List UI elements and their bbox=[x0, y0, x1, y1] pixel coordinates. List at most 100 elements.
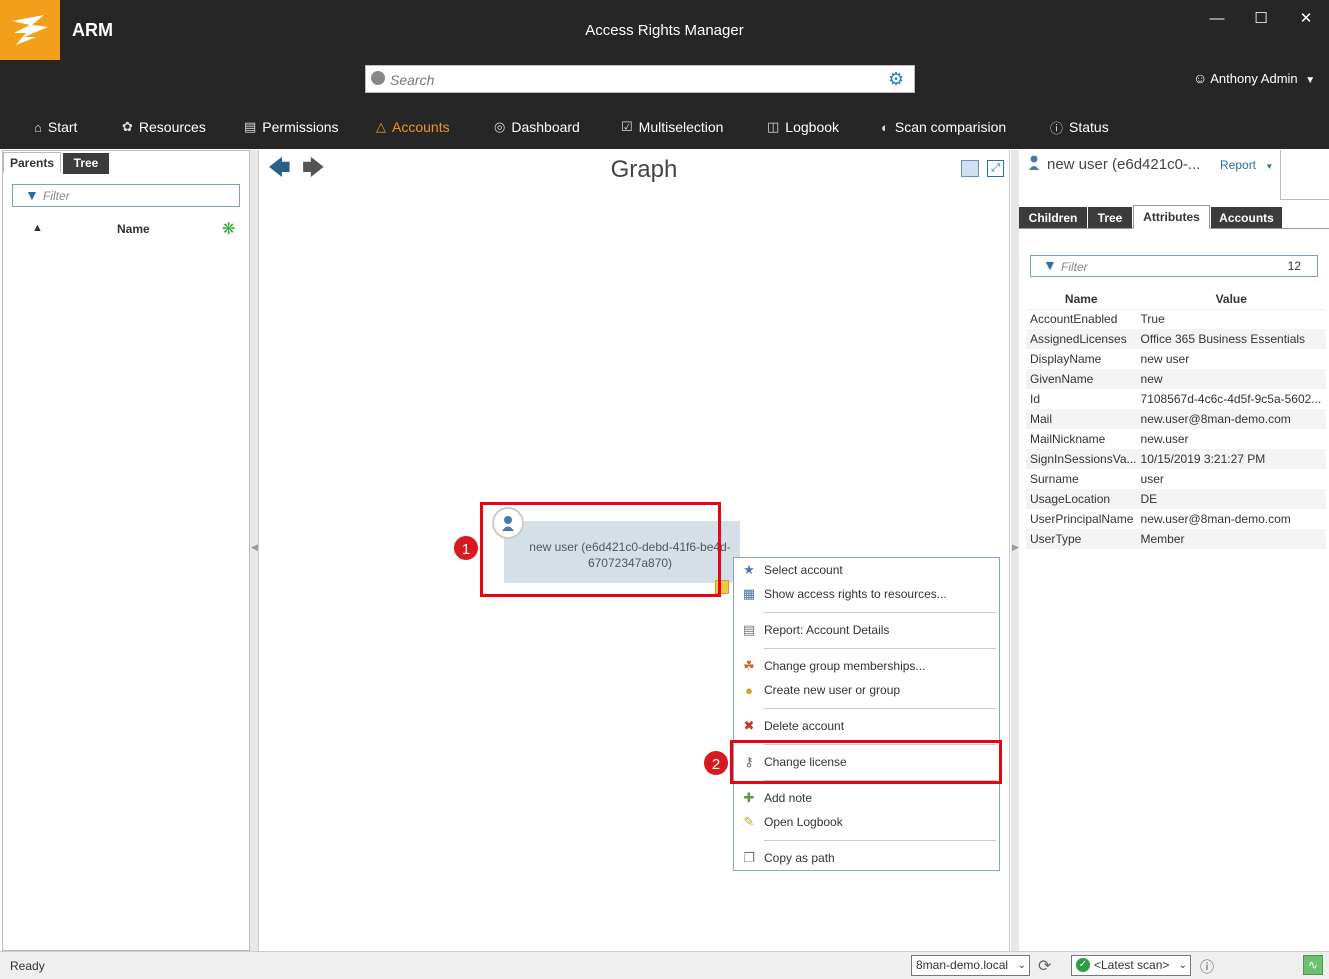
tab-tree[interactable]: Tree bbox=[1088, 207, 1132, 229]
table-row[interactable]: UserType Member bbox=[1026, 529, 1326, 549]
attr-value: user bbox=[1140, 472, 1164, 486]
scan-select[interactable]: ✓ <Latest scan> ⌄ bbox=[1071, 955, 1191, 976]
tab-parents[interactable]: Parents bbox=[3, 152, 61, 173]
filter-input[interactable]: ▼ Filter bbox=[12, 184, 240, 207]
left-splitter[interactable]: ◀ bbox=[250, 150, 258, 951]
table-row[interactable]: UserPrincipalName new.user@8man-demo.com bbox=[1026, 509, 1326, 529]
group-icon: ☘ bbox=[743, 658, 755, 673]
menu-item-copy-as-path[interactable]: ❐ Copy as path bbox=[734, 846, 999, 870]
attributes-table: Name Value AccountEnabled True AssignedLi… bbox=[1026, 289, 1326, 549]
menu-label: Add note bbox=[764, 791, 813, 805]
attr-name: Mail bbox=[1026, 409, 1137, 429]
hierarchy-icon: ★ bbox=[743, 562, 755, 577]
export-image-icon[interactable] bbox=[961, 160, 979, 177]
filter-icon: ▼ bbox=[1043, 257, 1057, 273]
logbook-icon: ◫ bbox=[767, 119, 780, 134]
refresh-icon[interactable]: ⟳ bbox=[1038, 956, 1051, 976]
table-row[interactable]: AssignedLicenses Office 365 Business Esse… bbox=[1026, 329, 1326, 349]
chevron-down-icon: ▼ bbox=[1265, 162, 1274, 171]
attr-value: Member bbox=[1136, 529, 1326, 549]
chevron-down-icon: ⌄ bbox=[1178, 960, 1187, 971]
accounts-icon: △ bbox=[376, 119, 386, 134]
resources-icon: ✿ bbox=[122, 119, 133, 134]
filter-count: 12 bbox=[1287, 259, 1301, 273]
menu-item-open-logbook[interactable]: ✎ Open Logbook bbox=[734, 810, 999, 834]
nav-label: Start bbox=[47, 119, 78, 135]
attributes-filter-input[interactable]: ▼ Filter 12 bbox=[1030, 255, 1318, 277]
nav-accounts[interactable]: △ Accounts bbox=[376, 113, 450, 141]
nav-status[interactable]: ⓘ Status bbox=[1050, 113, 1109, 141]
nav-scan-comparison[interactable]: ◐ Scan comparision bbox=[881, 113, 1006, 141]
table-row[interactable]: Mail new.user@8man-demo.com bbox=[1026, 409, 1326, 429]
info-icon[interactable]: ⓘ bbox=[1200, 957, 1214, 977]
table-row[interactable]: SignInSessionsVa... 10/15/2019 3:21:27 PM bbox=[1026, 449, 1326, 469]
menu-separator bbox=[764, 708, 996, 709]
search-placeholder: Search bbox=[390, 72, 435, 88]
menu-item-delete-account[interactable]: ✖ Delete account bbox=[734, 714, 999, 738]
nav-permissions[interactable]: ▤ Permissions bbox=[244, 113, 339, 141]
filter-icon: ▼ bbox=[25, 187, 39, 203]
nav-logbook[interactable]: ◫ Logbook bbox=[767, 113, 839, 141]
column-header-name[interactable]: Name bbox=[117, 222, 150, 236]
user-icon: ☺ bbox=[1193, 70, 1208, 86]
table-row[interactable]: UsageLocation DE bbox=[1026, 489, 1326, 509]
right-header-spacer bbox=[1280, 150, 1329, 200]
attr-value: 7108567d-4c6c-4d5f-9c5a-5602... bbox=[1140, 392, 1322, 406]
menu-item-create-user-or-group[interactable]: ● Create new user or group bbox=[734, 678, 999, 702]
menu-separator bbox=[764, 648, 996, 649]
attr-name: UserPrincipalName bbox=[1030, 512, 1134, 526]
multiselection-icon: ☑ bbox=[621, 119, 633, 134]
attr-name: AccountEnabled bbox=[1030, 312, 1118, 327]
column-header-value[interactable]: Value bbox=[1136, 289, 1326, 310]
tab-accounts[interactable]: Accounts bbox=[1211, 207, 1282, 229]
column-chooser-icon[interactable]: ❋ bbox=[222, 219, 235, 239]
highlight-box-2 bbox=[730, 740, 1002, 784]
activity-monitor-icon[interactable]: ∿ bbox=[1303, 955, 1323, 975]
table-row[interactable]: GivenName new bbox=[1026, 369, 1326, 389]
attr-name: UserType bbox=[1026, 529, 1137, 549]
nav-label: Scan comparision bbox=[894, 119, 1007, 135]
filter-placeholder: Filter bbox=[1061, 260, 1088, 274]
attr-value: new.user@8man-demo.com bbox=[1140, 512, 1291, 526]
add-note-icon: ✚ bbox=[743, 790, 755, 805]
settings-gear-icon[interactable]: ⚙ bbox=[888, 69, 904, 89]
left-panel bbox=[2, 150, 250, 951]
report-dropdown[interactable]: Report ▼ bbox=[1220, 158, 1273, 172]
minimize-icon[interactable]: — bbox=[1205, 10, 1229, 28]
menu-item-add-note[interactable]: ✚ Add note bbox=[734, 786, 999, 810]
table-row[interactable]: AccountEnabled True bbox=[1026, 309, 1326, 329]
column-header-name[interactable]: Name bbox=[1026, 289, 1137, 310]
table-row[interactable]: Surname user bbox=[1026, 469, 1326, 489]
attr-value: new user bbox=[1140, 352, 1190, 366]
tab-tree[interactable]: Tree bbox=[63, 153, 109, 174]
maximize-icon[interactable]: ☐ bbox=[1249, 10, 1273, 28]
close-icon[interactable]: ✕ bbox=[1294, 10, 1318, 28]
graph-title: Graph bbox=[610, 156, 678, 183]
user-menu[interactable]: ☺ Anthony Admin ▼ bbox=[1193, 70, 1315, 86]
sort-ascending-icon[interactable]: ▲ bbox=[32, 222, 43, 234]
table-row[interactable]: MailNickname new.user bbox=[1026, 429, 1326, 449]
menu-item-report-account-details[interactable]: ▤ Report: Account Details bbox=[734, 618, 999, 642]
menu-separator bbox=[764, 612, 996, 613]
tab-children[interactable]: Children bbox=[1019, 207, 1087, 229]
right-splitter[interactable]: ▶ bbox=[1011, 150, 1019, 951]
account-title: new user (e6d421c0-... bbox=[1047, 156, 1201, 173]
table-row[interactable]: Id 7108567d-4c6c-4d5f-9c5a-5602... bbox=[1026, 389, 1326, 409]
nav-resources[interactable]: ✿ Resources bbox=[122, 113, 206, 141]
dashboard-icon: ◎ bbox=[494, 119, 506, 134]
globe-icon bbox=[371, 71, 385, 85]
nav-label: Dashboard bbox=[511, 119, 580, 135]
search-input[interactable]: Search ⚙ bbox=[365, 65, 915, 93]
tab-attributes[interactable]: Attributes bbox=[1133, 205, 1210, 229]
menu-item-show-access-rights[interactable]: ▦ Show access rights to resources... bbox=[734, 582, 999, 606]
permissions-icon: ▤ bbox=[244, 119, 257, 134]
fit-to-screen-icon[interactable]: ⤢ bbox=[987, 160, 1004, 177]
nav-multiselection[interactable]: ☑ Multiselection bbox=[621, 113, 723, 141]
table-row[interactable]: DisplayName new user bbox=[1026, 349, 1326, 369]
nav-dashboard[interactable]: ◎ Dashboard bbox=[494, 113, 580, 141]
delete-account-icon: ✖ bbox=[743, 718, 755, 733]
menu-item-change-group-memberships[interactable]: ☘ Change group memberships... bbox=[734, 654, 999, 678]
nav-start[interactable]: ⌂ Start bbox=[34, 113, 77, 141]
menu-item-select-account[interactable]: ★ Select account bbox=[734, 558, 999, 582]
domain-select[interactable]: 8man-demo.local ⌄ bbox=[911, 955, 1030, 976]
